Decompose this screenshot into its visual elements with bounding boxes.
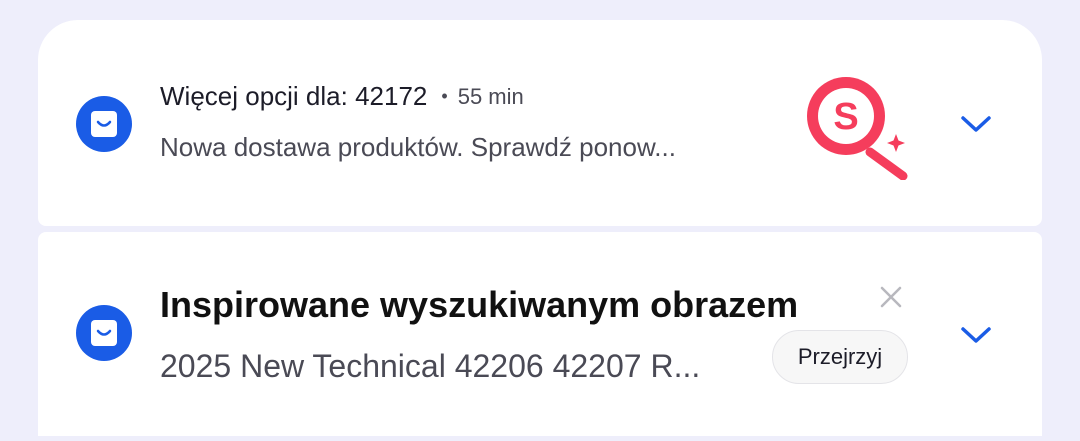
shopping-bag-glyph xyxy=(91,320,117,346)
shopping-bag-glyph xyxy=(91,111,117,137)
notification-body: 2025 New Technical 42206 42207 R... xyxy=(160,348,701,384)
notification-body: Nowa dostawa produktów. Sprawdź ponow... xyxy=(160,132,676,162)
shopping-bag-icon xyxy=(76,96,132,152)
magnifier-sparkle-icon: S xyxy=(798,72,914,181)
shopping-bag-icon xyxy=(76,305,132,361)
notification-time: 55 min xyxy=(457,83,524,109)
chevron-down-icon[interactable] xyxy=(958,112,994,136)
close-icon[interactable] xyxy=(878,284,904,310)
chevron-down-icon[interactable] xyxy=(958,323,994,347)
notification-card[interactable]: Więcej opcji dla: 42172 • 55 min Nowa do… xyxy=(38,20,1042,226)
thumbnail-letter: S xyxy=(833,96,858,138)
notification-card[interactable]: Inspirowane wyszukiwanym obrazem 2025 Ne… xyxy=(38,232,1042,436)
notification-title: Inspirowane wyszukiwanym obrazem xyxy=(160,284,799,325)
notification-title: Więcej opcji dla: 42172 xyxy=(160,81,428,111)
notification-header: Więcej opcji dla: 42172 • 55 min xyxy=(160,81,524,112)
review-button[interactable]: Przejrzyj xyxy=(772,330,908,384)
sparkle-icon xyxy=(887,134,905,152)
separator-dot: • xyxy=(441,86,448,106)
